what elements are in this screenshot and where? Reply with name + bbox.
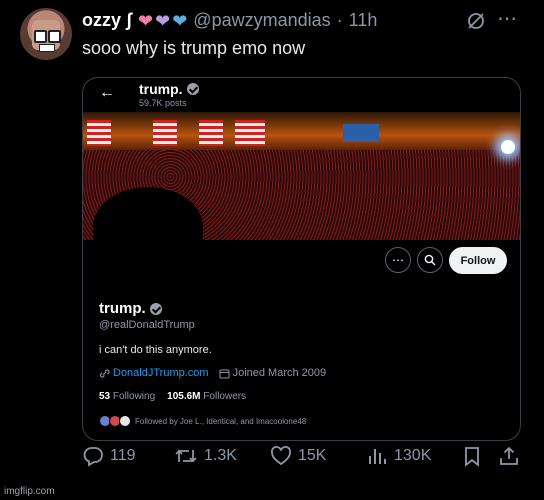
following-label: Following <box>112 391 156 402</box>
avatar-eye-left <box>34 30 47 43</box>
link-icon <box>99 368 110 378</box>
profile-handle: @realDonaldTrump <box>99 319 195 331</box>
profile-header-title: trump. <box>139 81 199 97</box>
verified-badge-icon <box>186 83 199 95</box>
followers-stat[interactable]: 105.6M Followers <box>167 391 246 402</box>
avatar-mouth <box>39 44 55 52</box>
rally-sign <box>343 124 379 142</box>
following-count: 53 <box>99 391 111 402</box>
grok-icon[interactable] <box>466 11 486 31</box>
heart-emojis: ❤ ❤ ❤ <box>138 12 187 30</box>
followers-count: 105.6M <box>167 391 201 402</box>
profile-banner <box>83 112 520 240</box>
reply-count: 119 <box>110 447 136 464</box>
website-wrap: DonaldJTrump.com <box>99 367 209 379</box>
followed-by-text: Followed by Joe L., Identical, and Imaco… <box>135 416 307 426</box>
followers-label: Followers <box>203 391 247 402</box>
follow-counts: 53 Following 105.6M Followers <box>99 391 246 402</box>
post-text: sooo why is trump emo now <box>82 38 306 58</box>
watermark-text: imgflip.com <box>4 486 55 497</box>
like-count: 15K <box>298 447 327 464</box>
following-stat[interactable]: 53 Following <box>99 391 155 402</box>
heart-icon <box>271 446 291 466</box>
views-icon <box>369 449 386 464</box>
purple-heart-icon: ❤ <box>155 10 171 31</box>
view-count: 130K <box>394 447 432 464</box>
flag-decoration <box>199 120 223 146</box>
joined-wrap: Joined March 2009 <box>219 367 327 379</box>
bookmark-icon <box>465 447 479 467</box>
post-header: ozzy ʃ ❤ ❤ ❤ @pawzymandias · 11h <box>82 10 377 31</box>
calendar-icon <box>219 369 230 378</box>
search-icon <box>424 254 436 266</box>
followed-by[interactable]: Followed by Joe L., Identical, and Imaco… <box>99 415 306 427</box>
follow-button[interactable]: Follow <box>449 247 507 274</box>
post-time[interactable]: 11h <box>349 10 378 31</box>
avatar-eye-right <box>48 30 61 43</box>
profile-name: trump. <box>99 300 162 317</box>
profile-meta: DonaldJTrump.com Joined March 2009 <box>99 367 326 379</box>
mini-avatar <box>119 415 131 427</box>
profile-website-link[interactable]: DonaldJTrump.com <box>113 367 209 379</box>
bookmark-button[interactable] <box>462 445 482 467</box>
share-button[interactable] <box>498 445 520 467</box>
handle[interactable]: @pawzymandias <box>193 10 330 31</box>
more-icon[interactable]: ⋯ <box>497 6 518 31</box>
repost-button[interactable]: 1.3K <box>174 445 237 467</box>
share-icon <box>500 446 518 465</box>
flag-decoration <box>153 120 177 146</box>
follower-avatars <box>99 415 131 427</box>
profile-header-name: trump. <box>139 81 183 97</box>
like-button[interactable]: 15K <box>270 445 326 467</box>
separator-dot: · <box>336 10 343 30</box>
profile-joined: Joined March 2009 <box>232 367 327 379</box>
more-icon: ⋯ <box>392 253 404 267</box>
verified-badge-icon <box>149 302 162 315</box>
profile-more-button[interactable]: ⋯ <box>385 247 411 273</box>
pink-heart-icon: ❤ <box>138 10 154 31</box>
reply-icon <box>83 447 103 467</box>
profile-display-name: trump. <box>99 300 146 317</box>
profile-bio: i can't do this anymore. <box>99 344 212 356</box>
profile-post-count: 59.7K posts <box>139 98 187 108</box>
flag-decoration <box>235 120 265 146</box>
reply-button[interactable]: 119 <box>82 445 136 467</box>
profile-search-button[interactable] <box>417 247 443 273</box>
repost-icon <box>175 449 197 463</box>
repost-count: 1.3K <box>204 447 237 464</box>
display-name[interactable]: ozzy ʃ <box>82 10 132 31</box>
views-button[interactable]: 130K <box>366 445 431 467</box>
embedded-profile-card[interactable]: ← trump. 59.7K posts ⋯ Follow trump. @re… <box>82 77 521 441</box>
blue-heart-icon: ❤ <box>172 10 188 31</box>
back-arrow-icon[interactable]: ← <box>99 84 115 102</box>
avatar[interactable] <box>20 8 72 60</box>
flag-decoration <box>87 120 111 146</box>
stage-light <box>501 140 515 154</box>
